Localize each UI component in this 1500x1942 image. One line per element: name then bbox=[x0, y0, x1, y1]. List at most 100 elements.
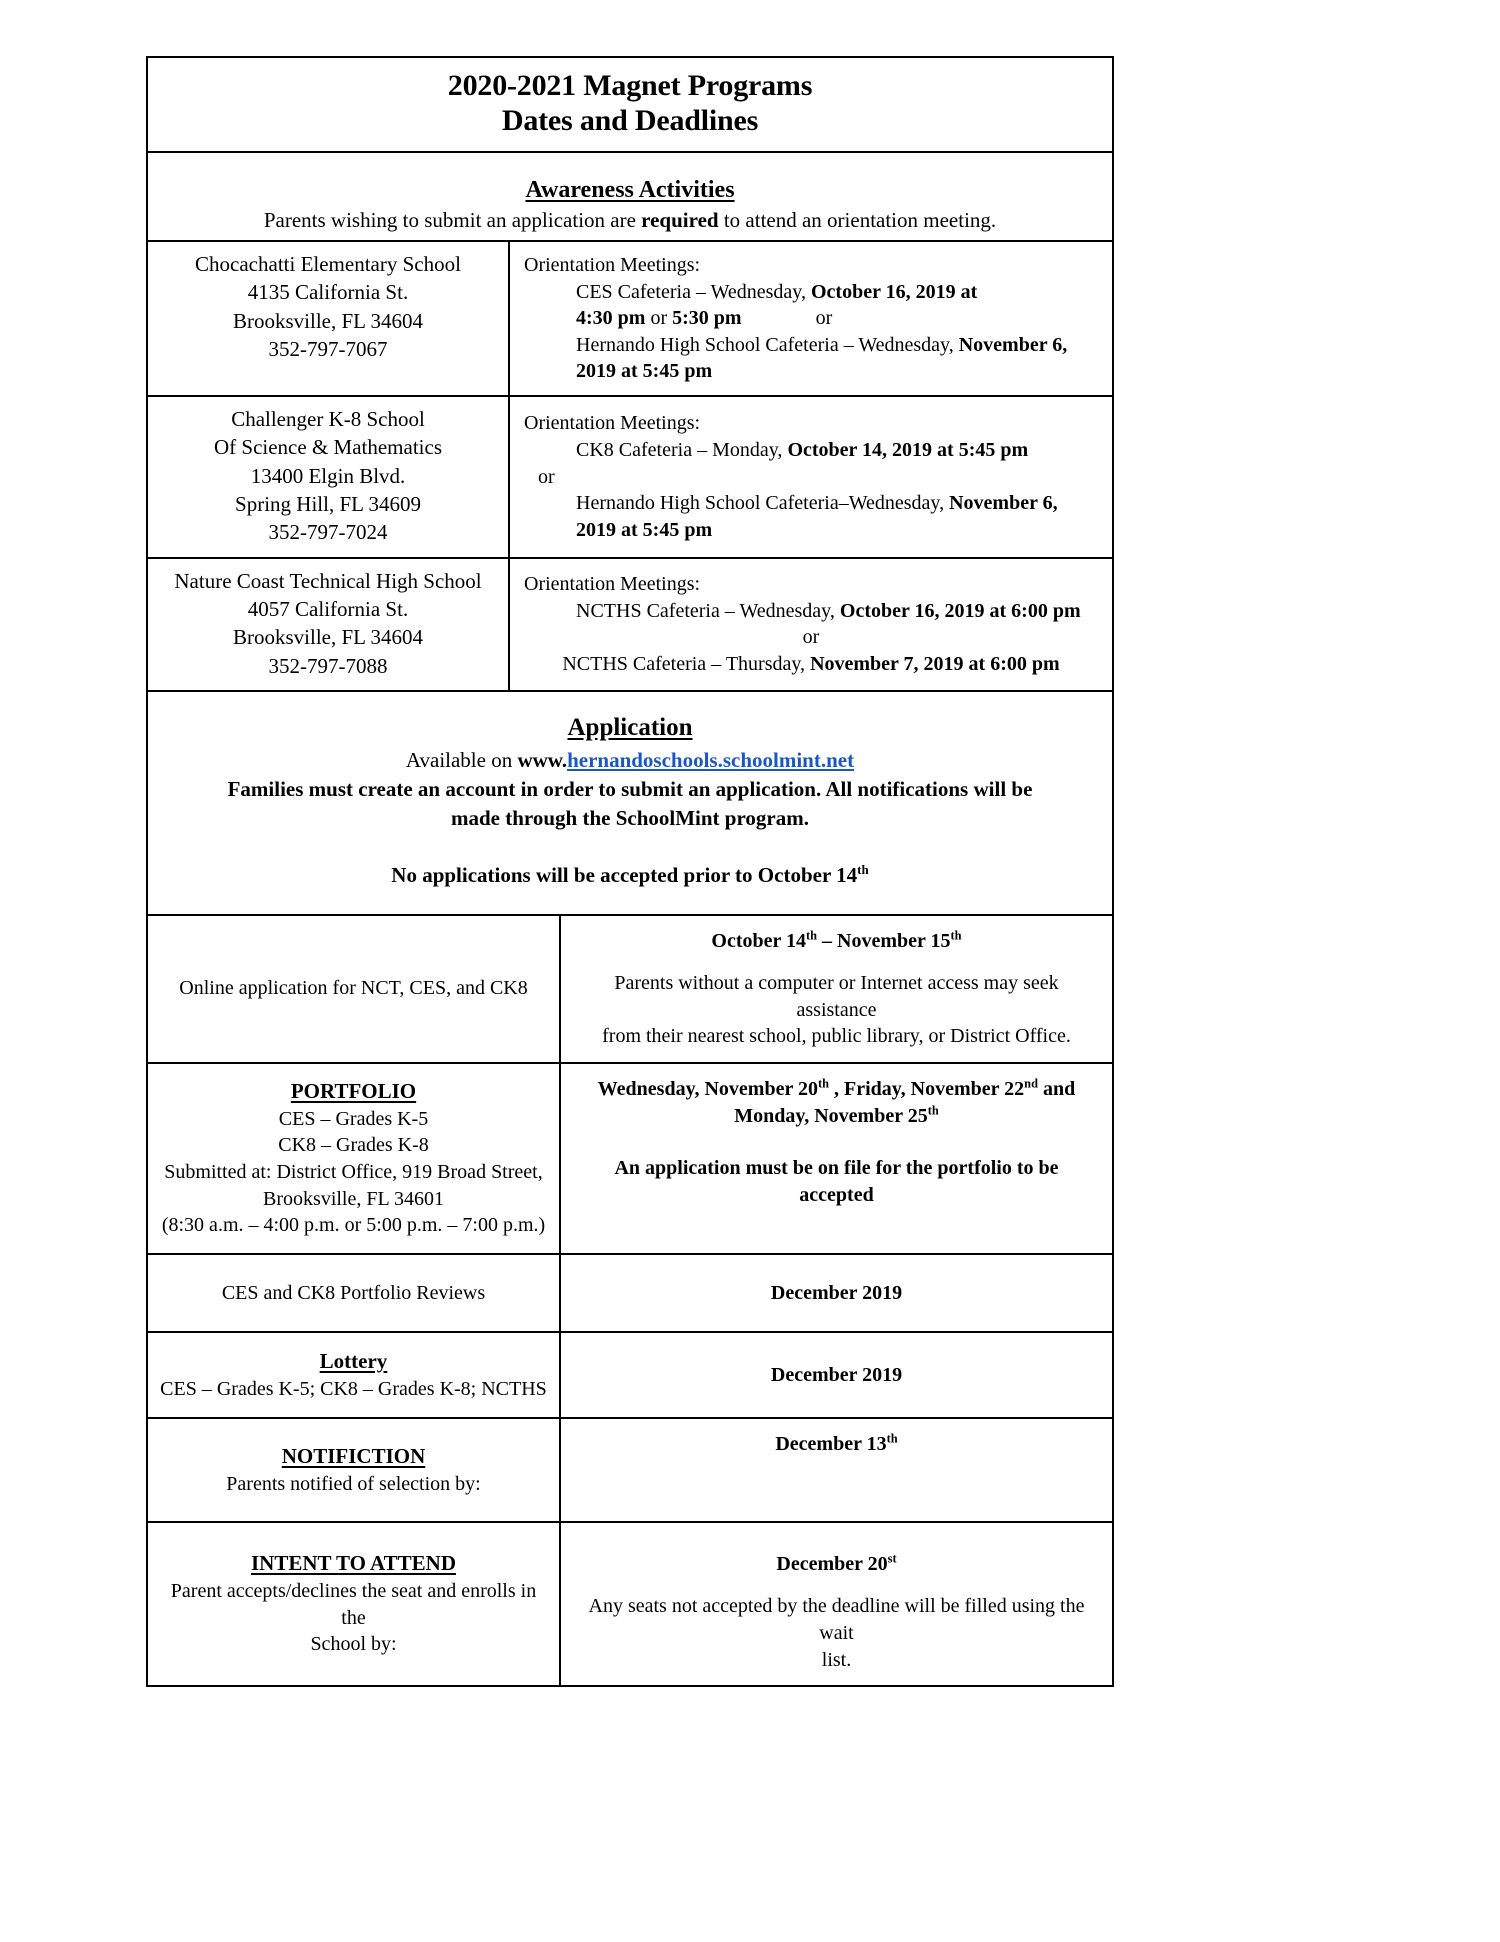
document-page: 2020-2021 Magnet Programs Dates and Dead… bbox=[0, 0, 1500, 1942]
meeting-time-sep: or bbox=[645, 307, 673, 330]
school-info-challenger: Challenger K-8 School Of Science & Mathe… bbox=[148, 397, 510, 557]
document-title-band: 2020-2021 Magnet Programs Dates and Dead… bbox=[148, 58, 1112, 153]
awareness-subtitle-before: Parents wishing to submit an application… bbox=[263, 207, 642, 232]
deadline-date: December 20st bbox=[575, 1551, 1098, 1578]
portfolio-application-note: An application must be on file for the p… bbox=[614, 1157, 1059, 1206]
page-title-line-1: 2020-2021 Magnet Programs bbox=[447, 69, 813, 102]
meeting-line-3-bold: November 6, bbox=[958, 333, 1068, 356]
deadline-row-lottery: Lottery CES – Grades K-5; CK8 – Grades K… bbox=[148, 1332, 1112, 1419]
meeting-line-1-bold: October 16, 2019 at bbox=[811, 280, 978, 303]
portfolio-date-b-ordinal: nd bbox=[1024, 1076, 1038, 1091]
meeting-line-1-plain: CK8 Cafeteria – Monday, bbox=[576, 439, 788, 462]
deadline-label-notification: NOTIFICTION Parents notified of selectio… bbox=[148, 1418, 561, 1521]
meetings-label: Orientation Meetings: bbox=[524, 254, 701, 277]
meeting-line-3: Hernando High School Cafeteria – Wednesd… bbox=[524, 332, 1098, 359]
lottery-subtext: CES – Grades K-5; CK8 – Grades K-8; NCTH… bbox=[160, 1377, 547, 1400]
school-address: 13400 Elgin Blvd. bbox=[250, 463, 406, 488]
deadline-label-lottery: Lottery CES – Grades K-5; CK8 – Grades K… bbox=[148, 1332, 561, 1417]
awareness-heading: Awareness Activities bbox=[525, 176, 735, 203]
school-city: Brooksville, FL 34604 bbox=[233, 625, 423, 650]
meeting-line-1: CES Cafeteria – Wednesday, October 16, 2… bbox=[524, 279, 1098, 306]
portfolio-dates-line-1: Wednesday, November 20th , Friday, Novem… bbox=[575, 1076, 1098, 1103]
intent-heading: INTENT TO ATTEND bbox=[250, 1551, 457, 1576]
range-start: October 14 bbox=[711, 929, 807, 952]
notification-heading: NOTIFICTION bbox=[281, 1443, 426, 1468]
meetings-label: Orientation Meetings: bbox=[524, 573, 701, 596]
range-end-ordinal: th bbox=[950, 927, 962, 942]
school-meetings-nature-coast: Orientation Meetings: NCTHS Cafeteria – … bbox=[510, 559, 1112, 690]
available-www: www. bbox=[517, 747, 568, 772]
school-name: Chocachatti Elementary School bbox=[195, 252, 461, 277]
meeting-line-4: 2019 at 5:45 pm bbox=[576, 518, 713, 541]
meeting-time-b: 5:30 pm bbox=[672, 307, 742, 330]
portfolio-date-a-ordinal: th bbox=[817, 1076, 829, 1091]
deadline-value-portfolio: Wednesday, November 20th , Friday, Novem… bbox=[561, 1064, 1112, 1253]
intent-note-line-1: Any seats not accepted by the deadline w… bbox=[588, 1595, 1085, 1645]
awareness-subtitle: Parents wishing to submit an application… bbox=[160, 207, 1100, 234]
application-availability: Available on www.hernandoschools.schoolm… bbox=[164, 746, 1096, 774]
deadline-label-text: Online application for NCT, CES, and CK8 bbox=[179, 977, 528, 1000]
page-title-line-2: Dates and Deadlines bbox=[501, 104, 759, 138]
application-heading: Application bbox=[567, 714, 693, 742]
intent-subtext-line-2: School by: bbox=[310, 1633, 397, 1656]
portfolio-line-4: Brooksville, FL 34601 bbox=[263, 1187, 444, 1210]
portfolio-line-2: CK8 – Grades K-8 bbox=[278, 1134, 429, 1157]
school-meetings-chocachatti: Orientation Meetings: CES Cafeteria – We… bbox=[510, 242, 1112, 395]
portfolio-date-and: and bbox=[1037, 1077, 1076, 1100]
meeting-line-2: 4:30 pm or 5:30 pm or bbox=[524, 305, 1098, 332]
school-row-nature-coast: Nature Coast Technical High School 4057 … bbox=[148, 558, 1112, 693]
meeting-line-4: 2019 at 5:45 pm bbox=[576, 360, 713, 383]
application-band: Application Available on www.hernandosch… bbox=[148, 692, 1112, 916]
portfolio-date-b: , Friday, November 22 bbox=[829, 1077, 1025, 1100]
awareness-subtitle-after: to attend an orientation meeting. bbox=[718, 207, 997, 232]
deadline-date-text: December 20 bbox=[776, 1552, 888, 1575]
school-phone: 352-797-7067 bbox=[268, 337, 388, 362]
school-name: Challenger K-8 School bbox=[231, 407, 425, 432]
meeting-line-3: NCTHS Cafeteria – Thursday, November 7, … bbox=[524, 651, 1098, 678]
available-prefix: Available on bbox=[405, 747, 518, 772]
no-applications-text: No applications will be accepted prior t… bbox=[391, 862, 858, 887]
range-end: – November 15 bbox=[817, 929, 951, 952]
awareness-header-band: Awareness Activities Parents wishing to … bbox=[148, 153, 1112, 243]
meeting-line-3-plain: NCTHS Cafeteria – Thursday, bbox=[562, 653, 811, 676]
no-applications-ordinal: th bbox=[857, 861, 869, 877]
meeting-line-1-bold: October 16, 2019 at 6:00 pm bbox=[839, 599, 1081, 622]
portfolio-heading: PORTFOLIO bbox=[290, 1078, 417, 1103]
deadline-date: December 2019 bbox=[770, 1281, 903, 1304]
meeting-or: or bbox=[802, 626, 820, 649]
portfolio-line-3: Submitted at: District Office, 919 Broad… bbox=[164, 1161, 543, 1184]
meeting-line-1: NCTHS Cafeteria – Wednesday, October 16,… bbox=[524, 598, 1098, 625]
deadline-date-ordinal: th bbox=[886, 1431, 898, 1446]
deadline-label-portfolio: PORTFOLIO CES – Grades K-5 CK8 – Grades … bbox=[148, 1063, 561, 1253]
school-name: Nature Coast Technical High School bbox=[174, 568, 482, 593]
lottery-heading: Lottery bbox=[319, 1348, 388, 1373]
school-info-chocachatti: Chocachatti Elementary School 4135 Calif… bbox=[148, 242, 510, 396]
school-phone: 352-797-7088 bbox=[268, 653, 388, 678]
deadline-row-portfolio-reviews: CES and CK8 Portfolio Reviews December 2… bbox=[148, 1254, 1112, 1333]
deadline-value-intent: December 20st Any seats not accepted by … bbox=[561, 1523, 1112, 1685]
deadline-value-lottery: December 2019 bbox=[561, 1333, 1112, 1417]
meeting-line-3: Hernando High School Cafeteria–Wednesday… bbox=[524, 490, 1098, 517]
awareness-subtitle-bold: required bbox=[641, 207, 719, 232]
school-info-nature-coast: Nature Coast Technical High School 4057 … bbox=[148, 558, 510, 691]
deadline-label-reviews: CES and CK8 Portfolio Reviews bbox=[148, 1254, 561, 1331]
no-applications-note: No applications will be accepted prior t… bbox=[164, 863, 1096, 888]
deadline-row-online-application: Online application for NCT, CES, and CK8… bbox=[148, 915, 1112, 1064]
deadline-note-line-1: Parents without a computer or Internet a… bbox=[614, 972, 1059, 1021]
meeting-or: or bbox=[815, 307, 833, 330]
families-note-line-2: made through the SchoolMint program. bbox=[451, 806, 809, 831]
portfolio-dates-line-2: Monday, November 25th bbox=[575, 1103, 1098, 1130]
school-row-challenger: Challenger K-8 School Of Science & Mathe… bbox=[148, 397, 1112, 559]
deadline-row-intent-to-attend: INTENT TO ATTEND Parent accepts/declines… bbox=[148, 1522, 1112, 1686]
portfolio-date-a: Wednesday, November 20 bbox=[597, 1077, 818, 1100]
meeting-line-1-plain: CES Cafeteria – Wednesday, bbox=[576, 280, 811, 303]
meeting-line-3-bold: November 6, bbox=[949, 492, 1058, 515]
deadline-value-reviews: December 2019 bbox=[561, 1255, 1112, 1331]
intent-subtext-line-1: Parent accepts/declines the seat and enr… bbox=[170, 1580, 537, 1629]
portfolio-date-c-ordinal: th bbox=[927, 1102, 939, 1117]
schoolmint-link[interactable]: hernandoschools.schoolmint.net bbox=[567, 748, 854, 772]
meeting-or: or bbox=[538, 465, 555, 488]
deadline-date-range: October 14th – November 15th bbox=[575, 928, 1098, 955]
deadline-note-line-2: from their nearest school, public librar… bbox=[602, 1025, 1071, 1048]
meetings-label: Orientation Meetings: bbox=[524, 412, 701, 435]
